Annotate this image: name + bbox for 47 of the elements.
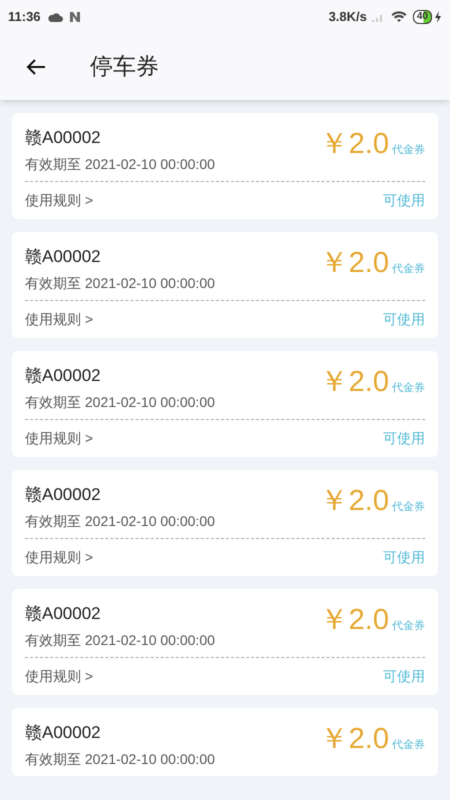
plate-number: 赣A00002 — [25, 722, 102, 744]
plate-number: 赣A00002 — [25, 365, 102, 387]
network-speed: 3.8K/s — [328, 8, 367, 26]
coupon-amount: ￥2.0 — [320, 722, 389, 756]
coupon-card[interactable]: 赣A00002 有效期至 2021-02-10 00:00:00 ￥2.0 代金券 使用规则 > 可使用 — [12, 232, 438, 338]
coupon-card[interactable]: 赣A00002 有效期至 2021-02-10 00:00:00 ￥2.0 代金券 — [12, 708, 438, 776]
validity-date: 有效期至 2021-02-10 00:00:00 — [25, 750, 216, 768]
validity-date: 有效期至 2021-02-10 00:00:00 — [25, 155, 216, 173]
coupon-type: 代金券 — [392, 142, 425, 158]
coupon-card[interactable]: 赣A00002 有效期至 2021-02-10 00:00:00 ￥2.0 代金券 使用规则 > 可使用 — [12, 589, 438, 695]
usage-rules-link[interactable]: 使用规则 > — [25, 309, 94, 330]
plate-number: 赣A00002 — [25, 603, 102, 625]
status-time: 11:36 — [8, 8, 41, 26]
validity-date: 有效期至 2021-02-10 00:00:00 — [25, 274, 216, 292]
plate-number: 赣A00002 — [25, 246, 102, 268]
usage-rules-link[interactable]: 使用规则 > — [25, 428, 94, 449]
coupon-amount: ￥2.0 — [320, 484, 389, 518]
page-title: 停车券 — [90, 52, 159, 82]
coupon-amount: ￥2.0 — [320, 127, 389, 161]
validity-date: 有效期至 2021-02-10 00:00:00 — [25, 512, 216, 530]
coupon-status: 可使用 — [383, 548, 425, 567]
cloud-icon — [46, 10, 63, 22]
coupon-status: 可使用 — [383, 667, 425, 686]
coupon-type: 代金券 — [392, 618, 425, 634]
coupon-type: 代金券 — [392, 380, 425, 396]
coupon-amount: ￥2.0 — [320, 365, 389, 399]
validity-date: 有效期至 2021-02-10 00:00:00 — [25, 393, 216, 411]
coupon-amount: ￥2.0 — [320, 603, 389, 637]
validity-date: 有效期至 2021-02-10 00:00:00 — [25, 631, 216, 649]
plate-number: 赣A00002 — [25, 484, 102, 506]
plate-number: 赣A00002 — [25, 127, 102, 149]
coupon-status: 可使用 — [383, 191, 425, 210]
coupon-status: 可使用 — [383, 429, 425, 448]
charging-icon — [434, 10, 442, 22]
coupon-status: 可使用 — [383, 310, 425, 329]
usage-rules-link[interactable]: 使用规则 > — [25, 666, 94, 687]
coupon-type: 代金券 — [392, 738, 425, 752]
usage-rules-link[interactable]: 使用规则 > — [25, 547, 94, 568]
usage-rules-link[interactable]: 使用规则 > — [25, 190, 94, 211]
coupon-card[interactable]: 赣A00002 有效期至 2021-02-10 00:00:00 ￥2.0 代金券 使用规则 > 可使用 — [12, 113, 438, 219]
wifi-icon — [390, 10, 407, 22]
coupon-card[interactable]: 赣A00002 有效期至 2021-02-10 00:00:00 ￥2.0 代金券 使用规则 > 可使用 — [12, 351, 438, 457]
coupon-type: 代金券 — [392, 262, 425, 276]
coupon-type: 代金券 — [392, 500, 425, 514]
coupon-card[interactable]: 赣A00002 有效期至 2021-02-10 00:00:00 ￥2.0 代金券 使用规则 > 可使用 — [12, 470, 438, 576]
coupon-amount: ￥2.0 — [320, 246, 389, 280]
notification-icon — [68, 10, 81, 22]
